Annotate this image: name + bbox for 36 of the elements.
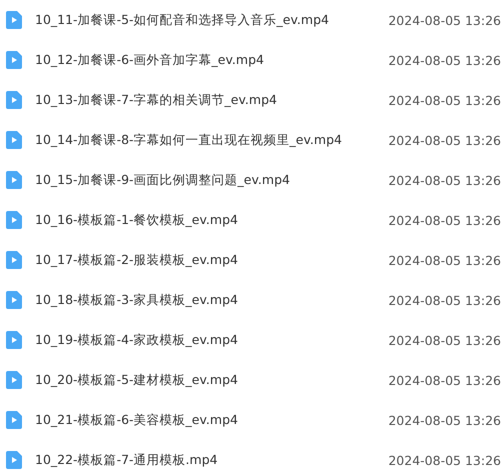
modified-date: 2024-08-05 13:26 xyxy=(388,172,501,188)
modified-date: 2024-08-05 13:26 xyxy=(388,92,501,108)
file-name[interactable]: 10_19-模板篇-4-家政模板_ev.mp4 xyxy=(35,332,384,348)
file-name[interactable]: 10_12-加餐课-6-画外音加字幕_ev.mp4 xyxy=(35,52,384,68)
video-file-icon xyxy=(6,131,22,149)
file-name[interactable]: 10_18-模板篇-3-家具模板_ev.mp4 xyxy=(35,292,384,308)
file-name[interactable]: 10_11-加餐课-5-如何配音和选择导入音乐_ev.mp4 xyxy=(35,12,384,28)
file-name[interactable]: 10_14-加餐课-8-字幕如何一直出现在视频里_ev.mp4 xyxy=(35,132,384,148)
video-file-icon xyxy=(6,331,22,349)
modified-date: 2024-08-05 13:26 xyxy=(388,132,501,148)
video-file-icon xyxy=(6,371,22,389)
modified-date: 2024-08-05 13:26 xyxy=(388,212,501,228)
modified-date: 2024-08-05 13:26 xyxy=(388,372,501,388)
video-file-icon xyxy=(6,411,22,429)
modified-date: 2024-08-05 13:26 xyxy=(388,292,501,308)
video-file-icon xyxy=(6,51,22,69)
video-file-icon xyxy=(6,291,22,309)
modified-date: 2024-08-05 13:26 xyxy=(388,12,501,28)
file-name[interactable]: 10_21-模板篇-6-美容模板_ev.mp4 xyxy=(35,412,384,428)
video-file-icon xyxy=(6,451,22,469)
video-file-icon xyxy=(6,91,22,109)
modified-date: 2024-08-05 13:26 xyxy=(388,52,501,68)
file-name[interactable]: 10_13-加餐课-7-字幕的相关调节_ev.mp4 xyxy=(35,92,384,108)
video-file-icon xyxy=(6,211,22,229)
file-name[interactable]: 10_15-加餐课-9-画面比例调整问题_ev.mp4 xyxy=(35,172,384,188)
file-name[interactable]: 10_22-模板篇-7-通用模板.mp4 xyxy=(35,452,384,468)
modified-date: 2024-08-05 13:26 xyxy=(388,452,501,468)
modified-date: 2024-08-05 13:26 xyxy=(388,412,501,428)
modified-date: 2024-08-05 13:26 xyxy=(388,252,501,268)
video-file-icon xyxy=(6,251,22,269)
file-name[interactable]: 10_16-模板篇-1-餐饮模板_ev.mp4 xyxy=(35,212,384,228)
file-name[interactable]: 10_20-模板篇-5-建材模板_ev.mp4 xyxy=(35,372,384,388)
modified-date: 2024-08-05 13:26 xyxy=(388,332,501,348)
file-name[interactable]: 10_17-模板篇-2-服装模板_ev.mp4 xyxy=(35,252,384,268)
video-file-icon xyxy=(6,11,22,29)
video-file-icon xyxy=(6,171,22,189)
